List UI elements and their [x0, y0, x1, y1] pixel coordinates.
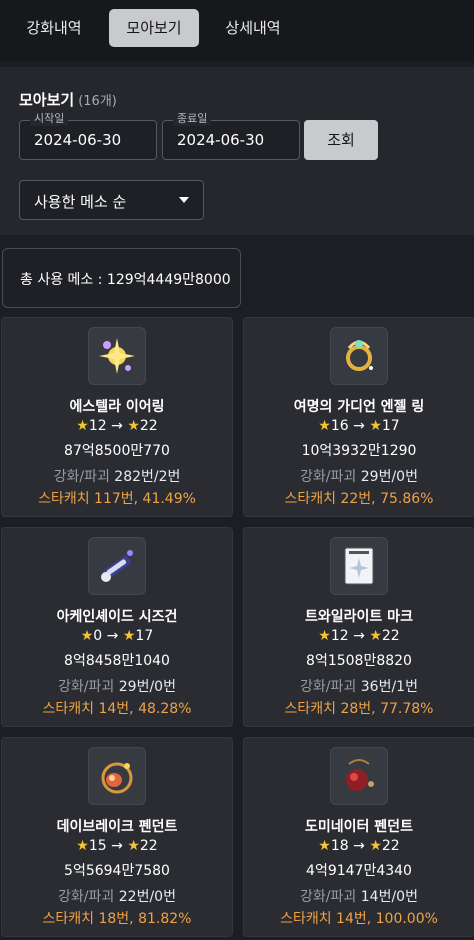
enhance-label: 강화/파괴 [58, 679, 115, 695]
item-card[interactable]: 트와일라이트 마크 ★12 → ★22 8억1508만8820 강화/파괴 36… [243, 527, 474, 727]
pendant-icon [88, 747, 146, 805]
starcatch-stats: 스타캐치 18번, 81.82% [42, 911, 192, 927]
star-icon: ★ [369, 418, 382, 434]
star-range: ★16 → ★17 [318, 418, 400, 434]
end-date-value: 2024-06-30 [177, 131, 265, 149]
item-card[interactable]: 아케인셰이드 시즈건 ★0 → ★17 8억8458만1040 강화/파괴 29… [1, 527, 233, 727]
sort-select[interactable]: 사용한 메소 순 [19, 180, 204, 220]
tab-collect[interactable]: 모아보기 [109, 9, 199, 47]
star-to: 22 [139, 838, 158, 854]
starcatch-stats: 스타캐치 14번, 100.00% [280, 911, 438, 927]
item-name: 도미네이터 펜던트 [305, 819, 413, 835]
star-from: 18 [330, 838, 349, 854]
enhance-value: 22번/0번 [118, 889, 176, 905]
item-name: 데이브레이크 펜던트 [56, 819, 178, 835]
item-card[interactable]: 데이브레이크 펜던트 ★15 → ★22 5억5694만7580 강화/파괴 2… [1, 737, 233, 937]
ring-icon [330, 327, 388, 385]
enhance-label: 강화/파괴 [300, 889, 357, 905]
star-to: 22 [139, 418, 158, 434]
meso-spent: 87억8500만770 [64, 443, 170, 459]
gun-icon [88, 537, 146, 595]
star-icon: ★ [122, 628, 136, 644]
meso-spent: 5억5694만7580 [64, 863, 170, 879]
item-count: (16개) [78, 94, 117, 109]
star-range: ★0 → ★17 [80, 628, 154, 644]
star-range: ★15 → ★22 [76, 838, 158, 854]
end-date-field[interactable]: 종료일 2024-06-30 [162, 112, 300, 160]
star-icon: ★ [76, 418, 89, 434]
total-meso-text: 총 사용 메소 : 129억4449만8000 [20, 272, 231, 288]
enhance-stats: 강화/파괴 29번/0번 [244, 466, 474, 486]
meso-spent: 8억1508만8820 [306, 653, 412, 669]
star-icon: ★ [127, 838, 140, 854]
mark-icon [330, 537, 388, 595]
enhance-stats: 강화/파괴 14번/0번 [244, 886, 474, 906]
enhance-stats: 강화/파괴 36번/1번 [244, 676, 474, 696]
star-to: 22 [381, 838, 400, 854]
enhance-value: 29번/0번 [360, 469, 418, 485]
filter-panel: 모아보기 (16개) 시작일 2024-06-30 종료일 2024-06-30 … [0, 67, 474, 235]
start-date-label: 시작일 [30, 112, 69, 126]
enhance-value: 36번/1번 [360, 679, 418, 695]
starcatch-stats: 스타캐치 117번, 41.49% [38, 491, 196, 507]
enhance-value: 29번/0번 [118, 679, 176, 695]
star-range: ★12 → ★22 [318, 628, 400, 644]
star-range: ★12 → ★22 [76, 418, 158, 434]
tab-detail[interactable]: 상세내역 [212, 9, 294, 47]
star-from: 16 [330, 418, 349, 434]
red-pendant-icon [330, 747, 388, 805]
earring-icon [88, 327, 146, 385]
search-button[interactable]: 조회 [304, 120, 378, 160]
star-icon: ★ [369, 628, 382, 644]
meso-spent: 8억8458만1040 [64, 653, 170, 669]
tab-history[interactable]: 강화내역 [13, 9, 95, 47]
enhance-label: 강화/파괴 [300, 679, 357, 695]
enhance-value: 14번/0번 [360, 889, 418, 905]
end-date-label: 종료일 [173, 112, 212, 126]
enhance-stats: 강화/파괴 29번/0번 [2, 676, 232, 696]
star-from: 0 [93, 628, 103, 644]
star-icon: ★ [318, 628, 331, 644]
item-name: 아케인셰이드 시즈건 [56, 609, 178, 625]
item-card[interactable]: 여명의 가디언 엔젤 링 ★16 → ★17 10억3932만1290 강화/파… [243, 317, 474, 517]
star-icon: ★ [318, 838, 331, 854]
star-from: 12 [330, 628, 349, 644]
enhance-label: 강화/파괴 [300, 469, 357, 485]
star-range: ★18 → ★22 [318, 838, 400, 854]
star-to: 17 [381, 418, 400, 434]
panel-title-text: 모아보기 [19, 91, 75, 109]
star-to: 17 [135, 628, 154, 644]
item-name: 트와일라이트 마크 [305, 609, 413, 625]
enhance-label: 강화/파괴 [53, 469, 110, 485]
starcatch-stats: 스타캐치 28번, 77.78% [284, 701, 434, 717]
sort-select-value: 사용한 메소 순 [34, 193, 127, 211]
star-from: 12 [88, 418, 107, 434]
start-date-value: 2024-06-30 [34, 131, 122, 149]
enhance-stats: 강화/파괴 282번/2번 [2, 466, 232, 486]
star-from: 15 [88, 838, 107, 854]
star-icon: ★ [127, 418, 140, 434]
caret-down-icon [179, 197, 189, 203]
star-icon: ★ [80, 628, 94, 644]
enhance-stats: 강화/파괴 22번/0번 [2, 886, 232, 906]
item-card[interactable]: 에스텔라 이어링 ★12 → ★22 87억8500만770 강화/파괴 282… [1, 317, 233, 517]
item-name: 여명의 가디언 엔젤 링 [293, 399, 425, 415]
enhance-label: 강화/파괴 [58, 889, 115, 905]
star-to: 22 [381, 628, 400, 644]
starcatch-stats: 스타캐치 22번, 75.86% [284, 491, 434, 507]
star-icon: ★ [318, 418, 331, 434]
star-icon: ★ [76, 838, 89, 854]
start-date-field[interactable]: 시작일 2024-06-30 [19, 112, 157, 160]
starcatch-stats: 스타캐치 14번, 48.28% [42, 701, 192, 717]
star-icon: ★ [369, 838, 382, 854]
meso-spent: 10억3932만1290 [301, 443, 417, 459]
panel-title: 모아보기 (16개) [19, 89, 117, 110]
item-name: 에스텔라 이어링 [69, 399, 165, 415]
enhance-value: 282번/2번 [114, 469, 181, 485]
meso-spent: 4억9147만4340 [306, 863, 412, 879]
total-meso-box: 총 사용 메소 : 129억4449만8000 [2, 248, 241, 308]
tab-bar: 강화내역 모아보기 상세내역 [0, 0, 474, 62]
item-card[interactable]: 도미네이터 펜던트 ★18 → ★22 4억9147만4340 강화/파괴 14… [243, 737, 474, 937]
